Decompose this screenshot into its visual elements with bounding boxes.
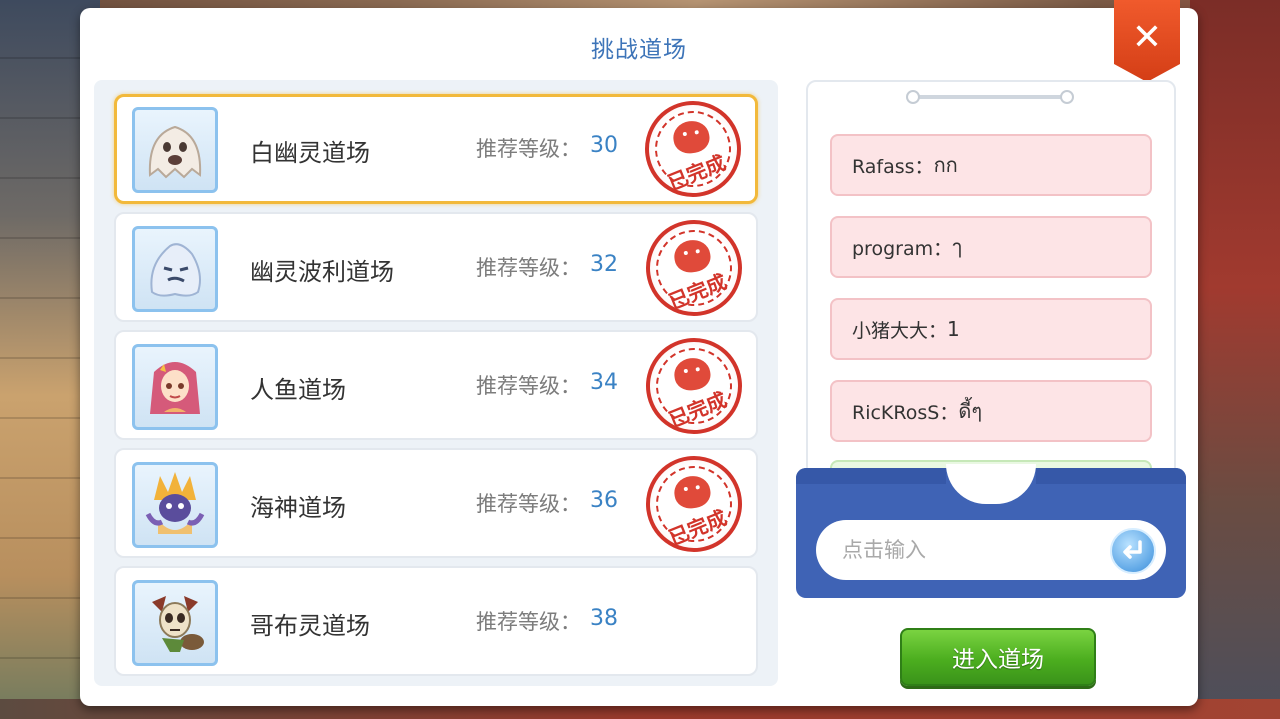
chat-text: 1 <box>947 317 960 341</box>
recommended-level-label: 推荐等级： <box>476 256 581 280</box>
close-icon: ✕ <box>1131 17 1163 58</box>
chat-user: Rafass： <box>852 155 934 178</box>
recommended-level-value: 36 <box>590 488 618 513</box>
recommended-level-value: 30 <box>590 133 618 158</box>
ghost-poring-avatar <box>132 226 218 312</box>
chat-text: กก <box>933 153 958 177</box>
chat-user: program： <box>852 237 953 260</box>
send-button[interactable] <box>1110 528 1156 574</box>
recommended-level-label: 推荐等级： <box>476 137 581 161</box>
dialog-title: 挑战道场 <box>591 37 687 63</box>
recommended-level-label: 推荐等级： <box>476 610 581 634</box>
dojo-row-white-ghost[interactable]: 白幽灵道场 推荐等级： 30 已完成 <box>114 94 758 204</box>
goblin-avatar <box>132 580 218 666</box>
chat-scroll-handle[interactable] <box>906 90 1074 104</box>
completed-stamp-icon: 已完成 <box>638 94 748 204</box>
recommended-level-value: 32 <box>590 252 618 277</box>
dojo-name: 哥布灵道场 <box>250 612 370 640</box>
dojo-name: 海神道场 <box>250 494 346 522</box>
dojo-row-ghost-poring[interactable]: 幽灵波利道场 推荐等级： 32 已完成 <box>114 212 758 323</box>
white-ghost-avatar <box>132 107 218 193</box>
recommended-level-label: 推荐等级： <box>476 374 581 398</box>
chat-text: ดี้ๆ <box>958 399 983 423</box>
enter-dojo-button[interactable]: 进入道场 <box>900 628 1096 686</box>
mermaid-avatar <box>132 344 218 430</box>
dojo-row-goblin[interactable]: 哥布灵道场 推荐等级： 38 <box>114 566 758 676</box>
recommended-level-label: 推荐等级： <box>476 492 581 516</box>
enter-arrow-icon <box>1123 540 1142 559</box>
dojo-name: 人鱼道场 <box>250 376 346 404</box>
recommended-level-value: 38 <box>590 606 618 631</box>
chat-message: RicKRosS： ดี้ๆ <box>830 380 1152 442</box>
chat-message: 小猪大大： 1 <box>830 298 1152 360</box>
dojo-name: 白幽灵道场 <box>250 139 370 167</box>
completed-stamp-icon: 已完成 <box>639 449 749 559</box>
sea-god-avatar <box>132 462 218 548</box>
chat-text: ๅ <box>952 235 962 259</box>
tray-lip <box>1036 468 1186 484</box>
tray-lip <box>796 468 946 484</box>
recommended-level-value: 34 <box>590 370 618 395</box>
dojo-name: 幽灵波利道场 <box>250 258 394 286</box>
chat-user: RicKRosS： <box>852 401 959 424</box>
completed-stamp-icon: 已完成 <box>639 331 749 441</box>
chat-message: program： ๅ <box>830 216 1152 278</box>
chat-user: 小猪大大： <box>852 319 948 342</box>
chat-message: Rafass： กก <box>830 134 1152 196</box>
dojo-row-sea-god[interactable]: 海神道场 推荐等级： 36 已完成 <box>114 448 758 559</box>
completed-stamp-icon: 已完成 <box>639 213 749 323</box>
background-right <box>1190 0 1280 719</box>
dojo-row-mermaid[interactable]: 人鱼道场 推荐等级： 34 已完成 <box>114 330 758 441</box>
